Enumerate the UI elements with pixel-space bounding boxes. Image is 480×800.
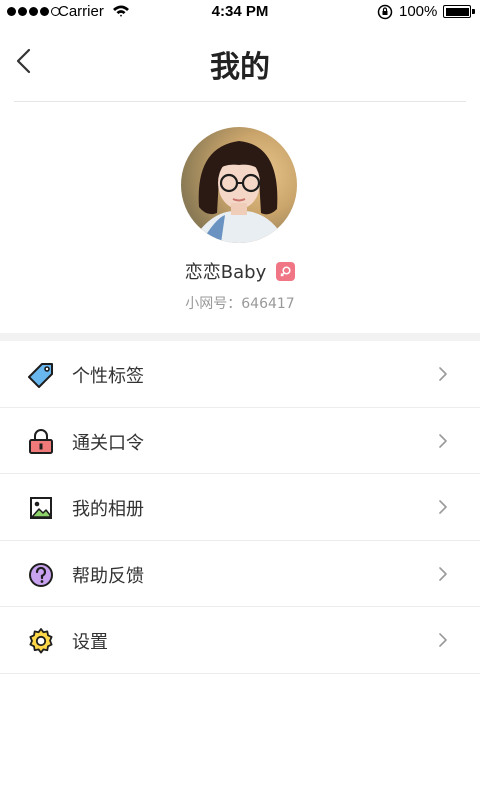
nav-bar: 我的 xyxy=(0,24,480,100)
female-gender-icon xyxy=(276,261,296,281)
menu-item-tags[interactable]: 个性标签 xyxy=(0,341,480,408)
section-divider xyxy=(0,333,480,341)
status-bar: Carrier 4:34 PM 100% xyxy=(0,0,480,24)
menu-item-settings[interactable]: 设置 xyxy=(0,607,480,674)
battery-percent: 100% xyxy=(399,3,438,20)
nickname-row: 恋恋Baby xyxy=(0,258,480,284)
lock-icon xyxy=(29,428,53,454)
chevron-right-icon xyxy=(439,633,447,647)
rotation-lock-icon xyxy=(377,4,393,20)
avatar[interactable] xyxy=(181,127,297,243)
menu-label-help: 帮助反馈 xyxy=(72,565,144,587)
nav-divider xyxy=(14,101,466,102)
chevron-right-icon xyxy=(439,500,447,514)
tag-icon xyxy=(28,363,53,388)
menu-label-album: 我的相册 xyxy=(72,499,144,520)
settings-gear-icon xyxy=(29,628,53,654)
help-icon xyxy=(29,562,53,587)
chevron-right-icon xyxy=(439,433,447,448)
menu-label-passcode: 通关口令 xyxy=(72,432,144,454)
page-title: 我的 xyxy=(210,50,270,85)
account-id: 小网号：646417 xyxy=(185,296,295,312)
menu-list: 个性标签 通关口令 我的相册 帮助反馈 设置 xyxy=(0,341,480,674)
menu-label-settings: 设置 xyxy=(72,632,108,653)
chevron-right-icon xyxy=(439,367,447,381)
battery-icon xyxy=(443,5,471,18)
nickname: 恋恋Baby xyxy=(184,262,267,283)
menu-item-album[interactable]: 我的相册 xyxy=(0,474,480,541)
battery-cap xyxy=(472,9,475,14)
menu-item-help[interactable]: 帮助反馈 xyxy=(0,541,480,607)
menu-label-tags: 个性标签 xyxy=(72,366,144,387)
menu-item-passcode[interactable]: 通关口令 xyxy=(0,408,480,474)
chevron-right-icon xyxy=(439,566,447,581)
photo-album-icon xyxy=(30,497,52,519)
